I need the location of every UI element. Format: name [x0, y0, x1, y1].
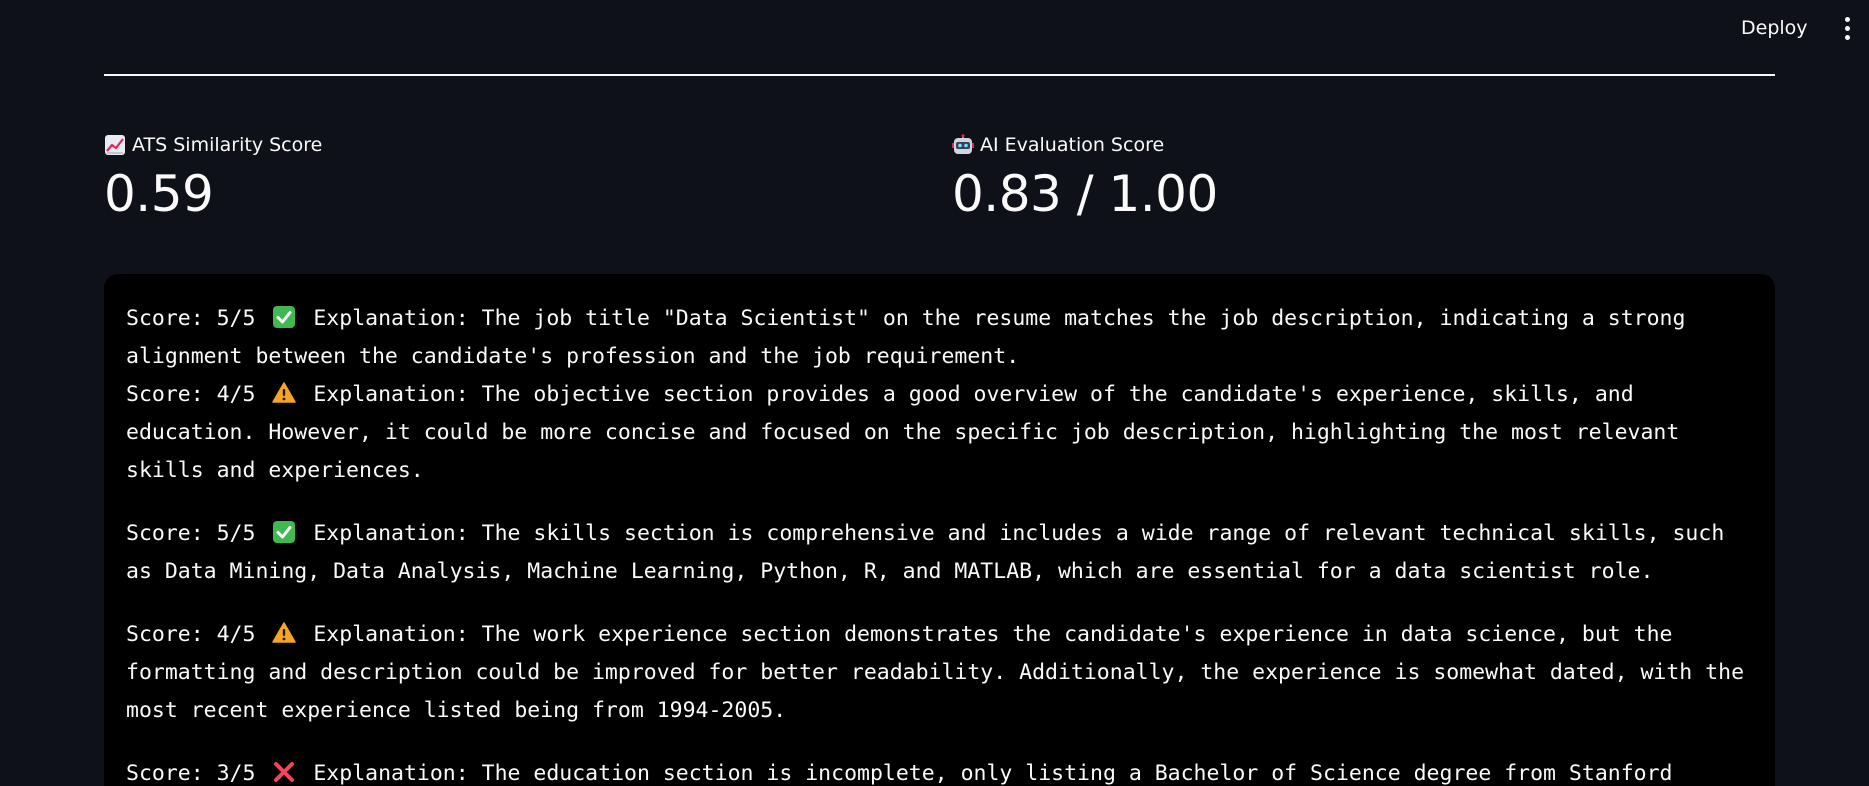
warning-icon [272, 620, 297, 644]
evaluation-entry: Score: 4/5 Explanation: The work experie… [126, 616, 1753, 730]
entry-score: Score: 4/5 [126, 382, 256, 407]
metric-value: 0.83 / 1.00 [952, 165, 1218, 223]
metric-label-text: AI Evaluation Score [980, 134, 1165, 156]
more-vertical-icon[interactable] [1836, 14, 1858, 42]
evaluation-entry: Score: 5/5 Explanation: The job title "D… [126, 300, 1753, 376]
metric-ai-evaluation: AI Evaluation Score 0.83 / 1.00 [952, 132, 1218, 226]
divider [104, 74, 1775, 76]
evaluation-output: Score: 5/5 Explanation: The job title "D… [104, 274, 1775, 786]
entry-score: Score: 5/5 [126, 521, 256, 546]
evaluation-entry: Score: 3/5 Explanation: The education se… [126, 755, 1753, 786]
entry-text: Explanation: The objective section provi… [126, 382, 1680, 483]
entry-score: Score: 4/5 [126, 622, 256, 647]
robot-icon [952, 134, 974, 156]
evaluation-text: Score: 5/5 Explanation: The job title "D… [104, 274, 1775, 786]
deploy-button[interactable]: Deploy [1733, 14, 1816, 42]
entry-text: Explanation: The job title "Data Scienti… [126, 306, 1686, 369]
metric-label-text: ATS Similarity Score [132, 134, 323, 156]
entry-text: Explanation: The work experience section… [126, 622, 1745, 723]
entry-score: Score: 5/5 [126, 306, 256, 331]
metric-value: 0.59 [104, 165, 214, 223]
entry-score: Score: 3/5 [126, 761, 256, 786]
metric-ats-similarity: ATS Similarity Score 0.59 [104, 132, 322, 226]
check-icon [272, 304, 296, 328]
app-root: Deploy ATS Similarity Score 0.59 AI Eval… [0, 0, 1869, 786]
metric-label: ATS Similarity Score [104, 132, 322, 158]
cross-icon [272, 759, 296, 783]
warning-icon [272, 380, 297, 404]
entry-text: Explanation: The skills section is compr… [126, 521, 1725, 584]
evaluation-entry: Score: 4/5 Explanation: The objective se… [126, 376, 1753, 490]
chart-increasing-icon [104, 134, 126, 156]
metric-label: AI Evaluation Score [952, 132, 1218, 158]
entry-text: Explanation: The education section is in… [313, 761, 1673, 786]
check-icon [272, 519, 296, 543]
evaluation-entry: Score: 5/5 Explanation: The skills secti… [126, 515, 1753, 591]
